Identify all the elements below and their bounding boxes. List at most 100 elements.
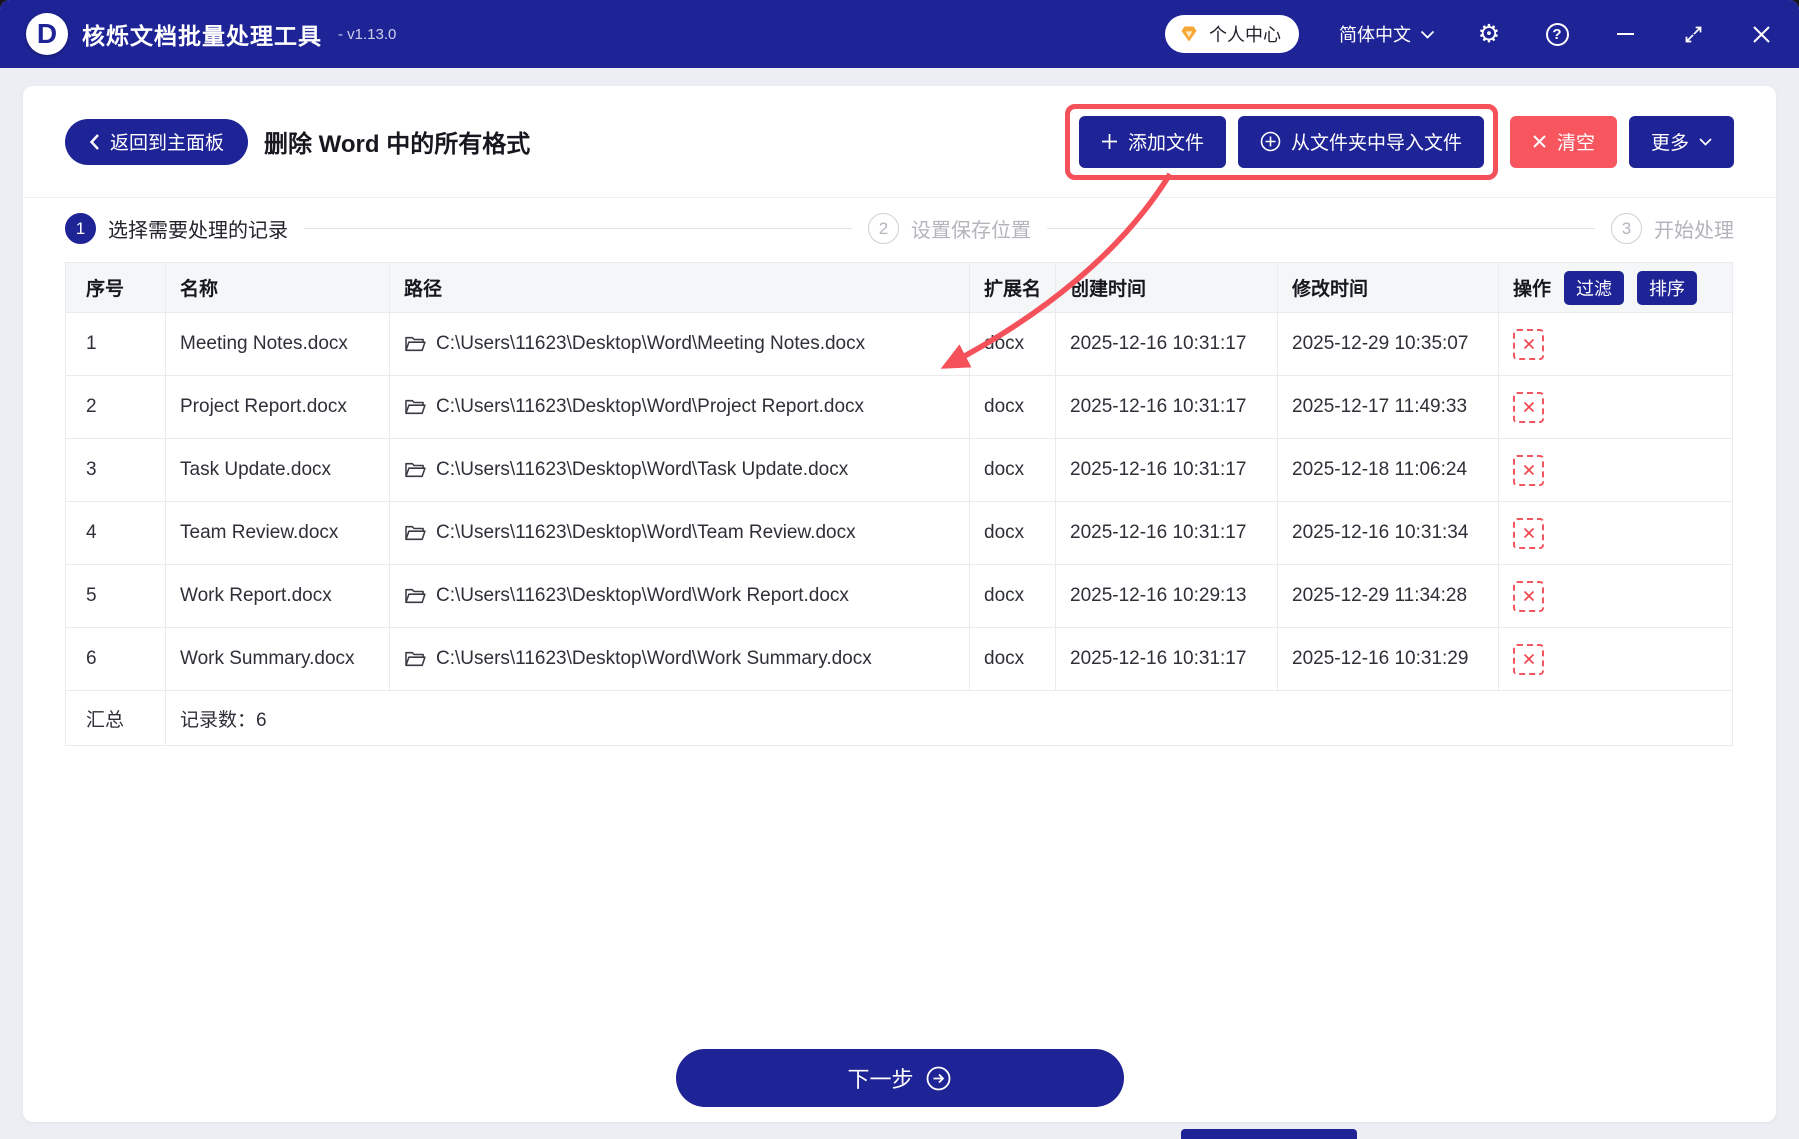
cell-path: C:\Users\11623\Desktop\Word\Team Review.… bbox=[390, 502, 970, 565]
cell-name: Team Review.docx bbox=[166, 502, 390, 565]
cell-modified-time: 2025-12-16 10:31:34 bbox=[1278, 502, 1499, 565]
step-divider bbox=[304, 228, 852, 229]
minimize-button[interactable] bbox=[1611, 20, 1639, 48]
folder-open-icon[interactable] bbox=[404, 335, 426, 353]
cell-name: Work Report.docx bbox=[166, 565, 390, 628]
path-text: C:\Users\11623\Desktop\Word\Task Update.… bbox=[436, 459, 848, 481]
table-row: 3 Task Update.docx C:\Users\11623\Deskto… bbox=[66, 439, 1733, 502]
next-step-button[interactable]: 下一步 bbox=[676, 1049, 1124, 1107]
summary-row: 汇总 记录数：6 bbox=[66, 691, 1733, 746]
step-number: 3 bbox=[1611, 213, 1642, 244]
x-icon bbox=[1532, 134, 1547, 149]
summary-label: 汇总 bbox=[66, 691, 166, 746]
path-text: C:\Users\11623\Desktop\Word\Team Review.… bbox=[436, 522, 856, 544]
back-label: 返回到主面板 bbox=[110, 128, 224, 155]
table-body: 1 Meeting Notes.docx C:\Users\11623\Desk… bbox=[66, 313, 1733, 691]
folder-open-icon[interactable] bbox=[404, 398, 426, 416]
import-from-folder-button[interactable]: 从文件夹中导入文件 bbox=[1238, 116, 1484, 168]
delete-row-button[interactable] bbox=[1513, 392, 1544, 423]
cell-path: C:\Users\11623\Desktop\Word\Task Update.… bbox=[390, 439, 970, 502]
personal-center-button[interactable]: 个人中心 bbox=[1165, 15, 1299, 53]
col-path: 路径 bbox=[390, 263, 970, 313]
cell-name: Meeting Notes.docx bbox=[166, 313, 390, 376]
cell-modified-time: 2025-12-17 11:49:33 bbox=[1278, 376, 1499, 439]
cell-extension: docx bbox=[970, 313, 1056, 376]
personal-center-label: 个人中心 bbox=[1209, 21, 1281, 47]
table-row: 5 Work Report.docx C:\Users\11623\Deskto… bbox=[66, 565, 1733, 628]
cell-operations bbox=[1499, 439, 1733, 502]
main-card: 返回到主面板 删除 Word 中的所有格式 添加文件 bbox=[23, 86, 1776, 1122]
path-text: C:\Users\11623\Desktop\Word\Work Report.… bbox=[436, 585, 849, 607]
close-icon bbox=[1752, 25, 1771, 44]
delete-x-icon bbox=[1522, 400, 1536, 414]
sort-button[interactable]: 排序 bbox=[1637, 271, 1697, 305]
chevron-down-icon bbox=[1420, 30, 1435, 39]
table-header: 序号 名称 路径 扩展名 创建时间 修改时间 操作 过滤 排序 bbox=[66, 263, 1733, 313]
settings-button[interactable]: ⚙ bbox=[1475, 20, 1503, 48]
cell-path: C:\Users\11623\Desktop\Word\Meeting Note… bbox=[390, 313, 970, 376]
cell-extension: docx bbox=[970, 565, 1056, 628]
cell-operations bbox=[1499, 376, 1733, 439]
bottom-partial-element bbox=[1181, 1129, 1357, 1139]
steps-bar: 1 选择需要处理的记录 2 设置保存位置 3 开始处理 bbox=[23, 198, 1776, 256]
step-label: 设置保存位置 bbox=[911, 214, 1031, 243]
maximize-button[interactable] bbox=[1679, 20, 1707, 48]
cell-index: 2 bbox=[66, 376, 166, 439]
step-divider bbox=[1047, 228, 1595, 229]
step-save-location: 2 设置保存位置 bbox=[868, 213, 1031, 244]
col-extension: 扩展名 bbox=[970, 263, 1056, 313]
delete-row-button[interactable] bbox=[1513, 329, 1544, 360]
folder-open-icon[interactable] bbox=[404, 461, 426, 479]
circle-plus-icon bbox=[1260, 131, 1281, 152]
expand-icon bbox=[1683, 24, 1704, 45]
path-text: C:\Users\11623\Desktop\Word\Work Summary… bbox=[436, 648, 872, 670]
app-window: D 核烁文档批量处理工具 - v1.13.0 个人中心 简体中文 ⚙ ? bbox=[0, 0, 1799, 1139]
back-to-main-button[interactable]: 返回到主面板 bbox=[65, 119, 248, 165]
delete-row-button[interactable] bbox=[1513, 581, 1544, 612]
folder-open-icon[interactable] bbox=[404, 650, 426, 668]
folder-open-icon[interactable] bbox=[404, 587, 426, 605]
col-name: 名称 bbox=[166, 263, 390, 313]
clear-button[interactable]: 清空 bbox=[1510, 116, 1617, 168]
cell-created-time: 2025-12-16 10:31:17 bbox=[1056, 439, 1278, 502]
minimize-icon bbox=[1617, 33, 1634, 35]
help-button[interactable]: ? bbox=[1543, 20, 1571, 48]
more-button[interactable]: 更多 bbox=[1629, 116, 1734, 168]
cell-name: Project Report.docx bbox=[166, 376, 390, 439]
table-row: 6 Work Summary.docx C:\Users\11623\Deskt… bbox=[66, 628, 1733, 691]
path-text: C:\Users\11623\Desktop\Word\Meeting Note… bbox=[436, 333, 865, 355]
cell-index: 1 bbox=[66, 313, 166, 376]
add-file-label: 添加文件 bbox=[1128, 128, 1204, 155]
step-label: 选择需要处理的记录 bbox=[108, 214, 288, 243]
header-left: 返回到主面板 删除 Word 中的所有格式 bbox=[65, 119, 530, 165]
delete-x-icon bbox=[1522, 463, 1536, 477]
filter-button[interactable]: 过滤 bbox=[1564, 271, 1624, 305]
step-number: 1 bbox=[65, 213, 96, 244]
path-text: C:\Users\11623\Desktop\Word\Project Repo… bbox=[436, 396, 864, 418]
cell-extension: docx bbox=[970, 439, 1056, 502]
col-created: 创建时间 bbox=[1056, 263, 1278, 313]
delete-row-button[interactable] bbox=[1513, 644, 1544, 675]
table-row: 4 Team Review.docx C:\Users\11623\Deskto… bbox=[66, 502, 1733, 565]
language-selector[interactable]: 简体中文 bbox=[1339, 21, 1435, 47]
vip-gem-icon bbox=[1177, 22, 1201, 46]
cell-name: Work Summary.docx bbox=[166, 628, 390, 691]
language-label: 简体中文 bbox=[1339, 21, 1411, 47]
folder-open-icon[interactable] bbox=[404, 524, 426, 542]
delete-row-button[interactable] bbox=[1513, 518, 1544, 549]
annotation-highlight-box: 添加文件 从文件夹中导入文件 bbox=[1065, 104, 1498, 180]
cell-index: 6 bbox=[66, 628, 166, 691]
delete-x-icon bbox=[1522, 526, 1536, 540]
logo-letter: D bbox=[37, 18, 57, 50]
titlebar: D 核烁文档批量处理工具 - v1.13.0 个人中心 简体中文 ⚙ ? bbox=[0, 0, 1799, 68]
chevron-down-icon bbox=[1699, 138, 1712, 146]
add-file-button[interactable]: 添加文件 bbox=[1079, 116, 1226, 168]
cell-created-time: 2025-12-16 10:31:17 bbox=[1056, 376, 1278, 439]
close-button[interactable] bbox=[1747, 20, 1775, 48]
next-step-label: 下一步 bbox=[847, 1062, 913, 1094]
question-mark-icon: ? bbox=[1546, 23, 1569, 46]
cell-operations bbox=[1499, 565, 1733, 628]
gear-icon: ⚙ bbox=[1478, 19, 1500, 49]
delete-row-button[interactable] bbox=[1513, 455, 1544, 486]
cell-extension: docx bbox=[970, 628, 1056, 691]
